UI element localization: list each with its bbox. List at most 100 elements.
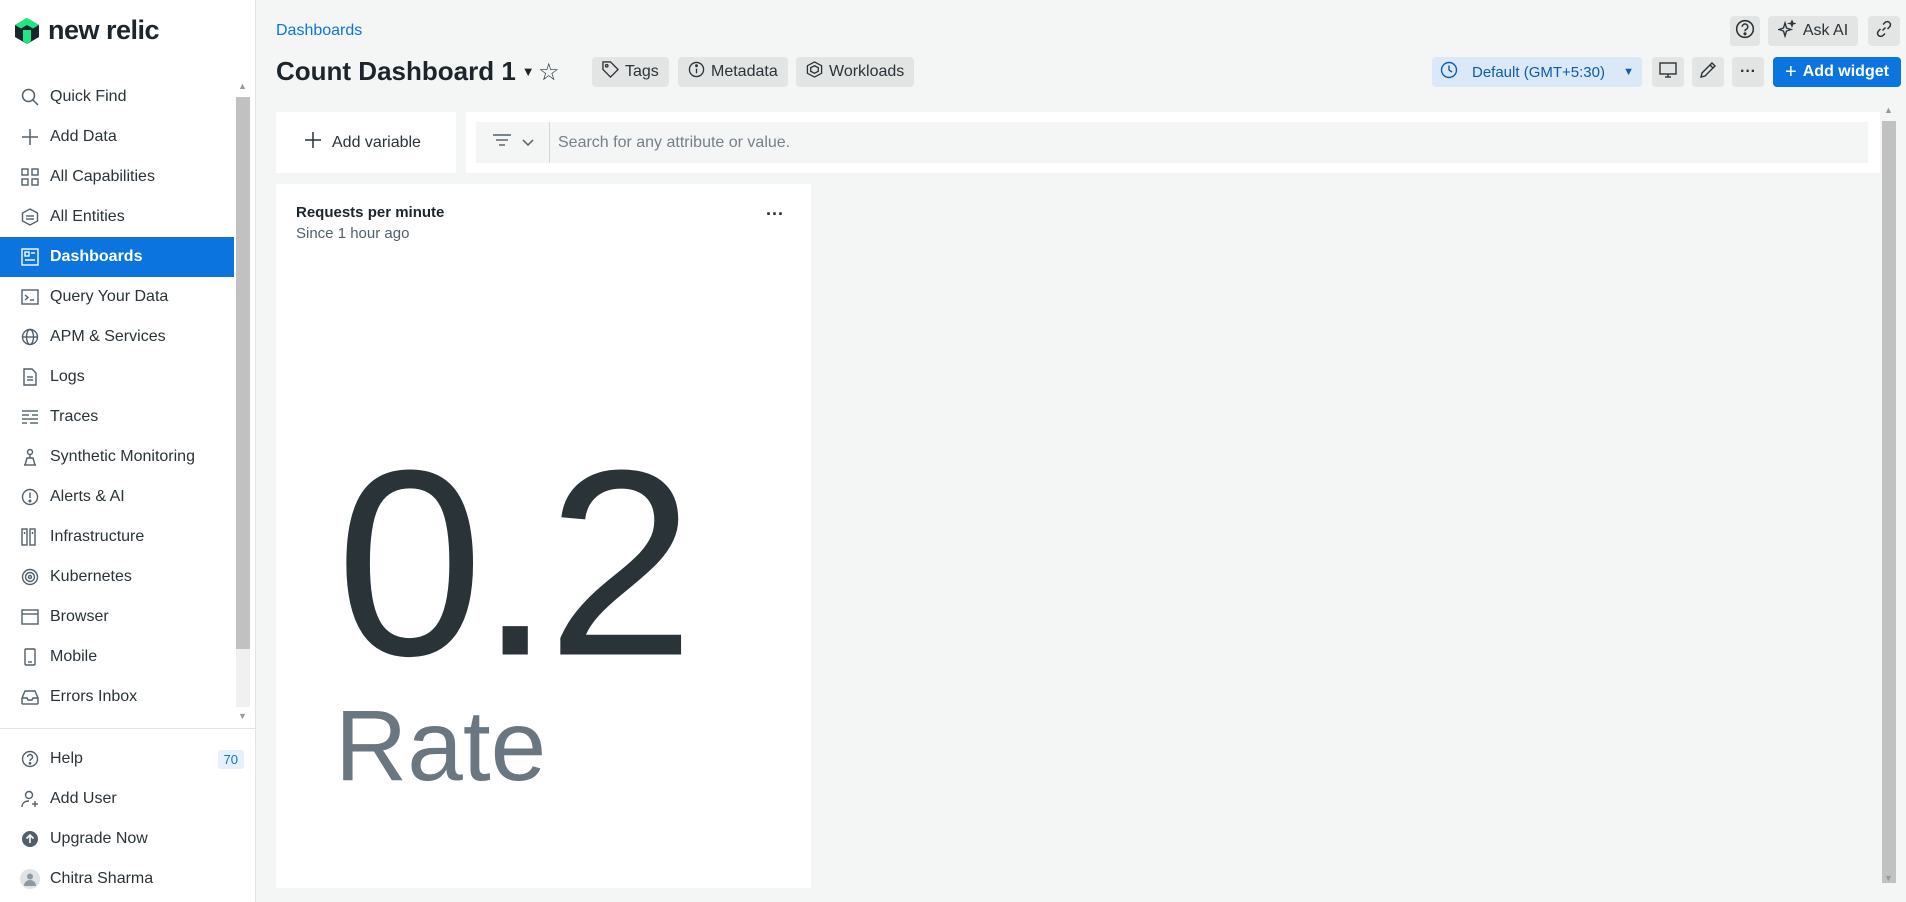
sidebar-item-label: Synthetic Monitoring xyxy=(50,448,195,465)
alert-icon xyxy=(20,487,40,507)
breadcrumb-dashboards[interactable]: Dashboards xyxy=(276,22,362,40)
sidebar-item-label: Logs xyxy=(50,368,85,385)
edit-button[interactable] xyxy=(1692,57,1724,87)
sidebar-item-label: Dashboards xyxy=(50,248,143,265)
sidebar-item-upgrade-now[interactable]: Upgrade Now xyxy=(0,819,256,859)
sidebar-item-label: APM & Services xyxy=(50,328,166,345)
ellipsis-icon: ··· xyxy=(1740,63,1756,80)
robot-icon xyxy=(20,447,40,467)
sidebar-item-all-capabilities[interactable]: All Capabilities xyxy=(0,157,234,197)
sidebar-item-label: Add Data xyxy=(50,128,117,145)
help-button[interactable] xyxy=(1730,16,1760,46)
globe-icon xyxy=(20,327,40,347)
sidebar-item-kubernetes[interactable]: Kubernetes xyxy=(0,557,234,597)
widget-title: Requests per minute xyxy=(296,204,445,221)
filter-icon xyxy=(492,133,512,152)
sidebar-item-user-profile[interactable]: Chitra Sharma xyxy=(0,859,256,899)
add-widget-button[interactable]: + Add widget xyxy=(1773,57,1901,87)
help-icon xyxy=(20,749,40,769)
sidebar-item-dashboards[interactable]: Dashboards xyxy=(0,237,234,277)
sidebar-item-mobile[interactable]: Mobile xyxy=(0,637,234,677)
scroll-up-arrow-icon[interactable]: ▲ xyxy=(238,81,247,91)
dashboard-title: Count Dashboard 1 xyxy=(276,56,516,86)
sidebar-scrollbar[interactable]: ▲ ▼ xyxy=(234,77,254,727)
sidebar-item-label: All Entities xyxy=(50,208,125,225)
sparkle-icon xyxy=(1776,18,1797,43)
sidebar-item-synthetic-monitoring[interactable]: Synthetic Monitoring xyxy=(0,437,234,477)
sidebar-item-all-entities[interactable]: All Entities xyxy=(0,197,234,237)
sidebar-item-apm-services[interactable]: APM & Services xyxy=(0,317,234,357)
sidebar-item-query-your-data[interactable]: Query Your Data xyxy=(0,277,234,317)
scroll-down-arrow-icon[interactable]: ▼ xyxy=(1884,873,1893,883)
search-icon xyxy=(20,87,40,107)
browser-icon xyxy=(20,607,40,627)
tags-label: Tags xyxy=(625,63,659,80)
filter-bar xyxy=(466,112,1880,173)
monitor-icon xyxy=(1659,61,1677,84)
sidebar-item-infrastructure[interactable]: Infrastructure xyxy=(0,517,234,557)
workloads-button[interactable]: Workloads xyxy=(796,57,915,87)
pencil-icon xyxy=(1699,61,1717,84)
billboard-widget[interactable]: Requests per minute Since 1 hour ago ...… xyxy=(276,184,811,888)
add-widget-label: Add widget xyxy=(1802,63,1889,80)
filter-type-dropdown[interactable] xyxy=(476,122,550,163)
sidebar-item-logs[interactable]: Logs xyxy=(0,357,234,397)
tag-icon xyxy=(602,61,619,83)
plus-icon: + xyxy=(1785,60,1797,83)
sidebar-scroll-thumb[interactable] xyxy=(236,97,250,649)
more-options-button[interactable]: ··· xyxy=(1732,57,1764,87)
sidebar-item-label: Kubernetes xyxy=(50,568,132,585)
info-icon xyxy=(688,61,705,83)
sidebar-item-help[interactable]: Help 70 xyxy=(0,739,256,779)
timezone-picker[interactable]: Default (GMT+5:30) ▼ xyxy=(1432,57,1642,87)
kubernetes-icon xyxy=(20,567,40,587)
new-relic-logo[interactable]: new relic xyxy=(14,15,160,46)
sidebar-item-quick-find[interactable]: Quick Find xyxy=(0,77,234,117)
scroll-down-arrow-icon[interactable]: ▼ xyxy=(238,711,247,721)
help-count-badge: 70 xyxy=(217,749,244,769)
sidebar-nav: Quick Find Add Data All Capabilities All… xyxy=(0,77,234,727)
tags-button[interactable]: Tags xyxy=(592,57,669,87)
sidebar-item-label: Quick Find xyxy=(50,88,127,105)
sidebar-item-add-user[interactable]: Add User xyxy=(0,779,256,819)
mobile-icon xyxy=(20,647,40,667)
widget-menu-button[interactable]: ... xyxy=(766,199,784,220)
help-circle-icon xyxy=(1735,19,1755,44)
filter-inner xyxy=(476,122,1868,163)
billboard-label: Rate xyxy=(335,690,547,802)
favorite-star-icon[interactable]: ☆ xyxy=(538,58,560,87)
sidebar-item-label: Query Your Data xyxy=(50,288,169,305)
sidebar-item-label: Errors Inbox xyxy=(50,688,138,705)
user-name: Chitra Sharma xyxy=(50,870,154,887)
workloads-label: Workloads xyxy=(829,63,905,80)
sidebar: new relic Quick Find Add Data All Capabi… xyxy=(0,0,256,902)
plus-icon xyxy=(20,127,40,147)
ask-ai-button[interactable]: Ask AI xyxy=(1768,16,1858,46)
sidebar-item-label: Traces xyxy=(50,408,99,425)
grid-icon xyxy=(20,167,40,187)
sidebar-item-alerts-ai[interactable]: Alerts & AI xyxy=(0,477,234,517)
link-icon xyxy=(1875,20,1893,43)
metadata-label: Metadata xyxy=(711,63,778,80)
main-scroll-thumb[interactable] xyxy=(1882,121,1896,883)
sidebar-item-label: Mobile xyxy=(50,648,98,665)
sidebar-item-errors-inbox[interactable]: Errors Inbox xyxy=(0,677,234,717)
avatar xyxy=(20,869,40,889)
sidebar-item-label: Add User xyxy=(50,790,117,807)
billboard-value: 0.2 xyxy=(336,415,694,712)
copy-link-button[interactable] xyxy=(1868,16,1900,46)
chevron-down-icon xyxy=(521,134,534,152)
tv-mode-button[interactable] xyxy=(1652,57,1684,87)
sidebar-item-traces[interactable]: Traces xyxy=(0,397,234,437)
sidebar-item-browser[interactable]: Browser xyxy=(0,597,234,637)
metadata-button[interactable]: Metadata xyxy=(678,57,788,87)
terminal-icon xyxy=(20,287,40,307)
search-input[interactable] xyxy=(550,122,1868,163)
scroll-up-arrow-icon[interactable]: ▲ xyxy=(1884,105,1893,115)
add-variable-button[interactable]: Add variable xyxy=(276,112,456,173)
main-scrollbar[interactable]: ▲ ▼ xyxy=(1880,103,1900,888)
chevron-down-icon: ▼ xyxy=(1623,66,1634,78)
page-title[interactable]: Count Dashboard 1 ▼ xyxy=(276,56,535,87)
clock-icon xyxy=(1440,61,1458,83)
sidebar-item-add-data[interactable]: Add Data xyxy=(0,117,234,157)
